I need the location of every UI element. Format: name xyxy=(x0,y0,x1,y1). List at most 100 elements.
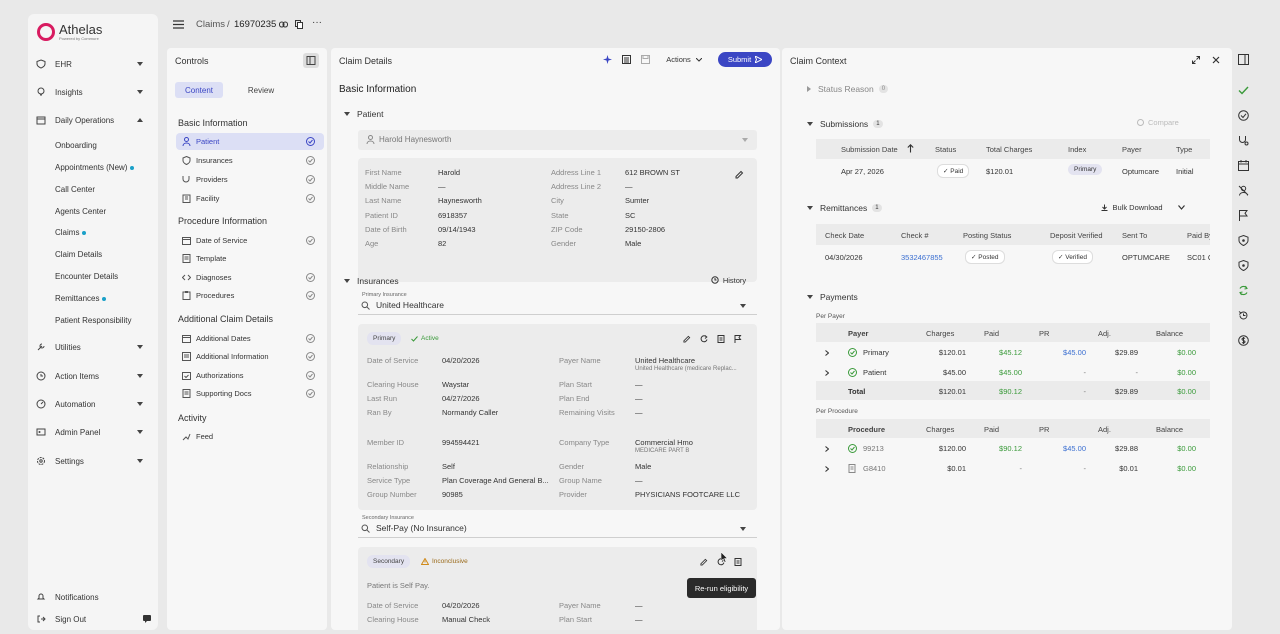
sidebar-item-utilities[interactable]: Utilities xyxy=(28,339,158,355)
copy-icon[interactable] xyxy=(295,20,303,29)
sidebar-item-action-items[interactable]: Action Items xyxy=(28,368,158,384)
chevron-down-icon[interactable] xyxy=(137,430,143,434)
sidebar-subitem-claims[interactable]: Claims xyxy=(55,228,87,237)
edit-pencil-icon[interactable] xyxy=(735,170,744,179)
sidebar-subitem-claim-details[interactable]: Claim Details xyxy=(55,250,102,259)
refresh-icon[interactable] xyxy=(700,335,708,343)
person-off-icon[interactable] xyxy=(1238,185,1249,196)
sidebar-item-admin-panel[interactable]: Admin Panel xyxy=(28,424,158,440)
chevron-down-icon[interactable] xyxy=(137,402,143,406)
primary-insurance-select[interactable]: United Healthcare xyxy=(358,298,757,315)
sidebar-subitem-appointments[interactable]: Appointments (New) xyxy=(55,163,135,172)
sidebar-subitem-remittances[interactable]: Remittances xyxy=(55,294,107,303)
remittances-header[interactable]: Remittances 1 xyxy=(807,203,882,213)
expand-row-chevron-icon[interactable] xyxy=(825,465,829,472)
chevron-down-icon[interactable] xyxy=(137,90,143,94)
sort-arrow-up-icon[interactable] xyxy=(907,144,914,153)
control-item-facility[interactable]: Facility xyxy=(176,190,324,207)
shield-icon[interactable] xyxy=(1238,235,1249,246)
secondary-insurance-select[interactable]: Self-Pay (No Insurance) xyxy=(358,521,757,538)
tab-review[interactable]: Review xyxy=(237,82,285,98)
control-item-date-of-service[interactable]: Date of Service xyxy=(176,232,324,249)
control-item-supporting-docs[interactable]: Supporting Docs xyxy=(176,385,324,402)
document-icon[interactable] xyxy=(717,335,725,343)
sidebar-sign-out[interactable]: Sign Out xyxy=(28,611,158,627)
flag-icon[interactable] xyxy=(734,335,742,343)
patient-section-header[interactable]: Patient xyxy=(344,109,383,119)
control-item-template[interactable]: Template xyxy=(176,250,324,267)
insurances-section-header[interactable]: Insurances xyxy=(344,276,399,286)
link-icon[interactable] xyxy=(279,21,288,28)
check-number-link[interactable]: 3532467855 xyxy=(901,253,943,262)
bulk-download-dropdown[interactable] xyxy=(1172,200,1190,215)
control-item-procedures[interactable]: Procedures xyxy=(176,287,324,304)
expand-row-chevron-icon[interactable] xyxy=(825,350,829,356)
close-icon[interactable] xyxy=(1212,56,1220,64)
check-icon[interactable] xyxy=(1238,86,1249,95)
save-icon[interactable] xyxy=(641,55,650,64)
sidebar-subitem-agents-center[interactable]: Agents Center xyxy=(55,207,106,216)
sidebar-subitem-onboarding[interactable]: Onboarding xyxy=(55,141,97,150)
sidebar-item-daily-operations[interactable]: Daily Operations xyxy=(28,112,158,128)
dollar-circle-icon[interactable] xyxy=(1238,335,1249,346)
sidebar-item-automation[interactable]: Automation xyxy=(28,396,158,412)
expand-row-chevron-icon[interactable] xyxy=(825,446,829,452)
edit-pencil-icon[interactable] xyxy=(700,558,708,566)
history-button[interactable]: History xyxy=(702,272,755,288)
control-item-authorizations[interactable]: Authorizations xyxy=(176,367,324,384)
control-item-providers[interactable]: Providers xyxy=(176,171,324,188)
sparkle-icon[interactable] xyxy=(603,55,612,64)
stethoscope-icon[interactable] xyxy=(1238,135,1249,146)
shield-icon[interactable] xyxy=(1238,260,1249,271)
bulk-download-button[interactable]: Bulk Download xyxy=(1093,200,1171,215)
cell-value: $45.00 xyxy=(1063,444,1086,453)
calculator-icon[interactable] xyxy=(622,55,631,64)
collapse-panel-icon[interactable] xyxy=(303,53,319,68)
sidebar-item-insights[interactable]: Insights xyxy=(28,84,158,100)
history-icon[interactable] xyxy=(1238,310,1249,321)
calendar-icon[interactable] xyxy=(1238,160,1249,171)
check-circle-icon[interactable] xyxy=(1238,110,1249,121)
menu-icon[interactable] xyxy=(173,20,184,29)
chevron-down-icon[interactable] xyxy=(137,374,143,378)
chat-icon[interactable] xyxy=(143,615,151,623)
more-options-icon[interactable]: ··· xyxy=(312,17,322,28)
document-icon[interactable] xyxy=(734,558,742,566)
compare-button[interactable]: Compare xyxy=(1137,118,1179,127)
sidebar-subitem-patient-responsibility[interactable]: Patient Responsibility xyxy=(55,316,131,325)
control-item-feed[interactable]: Feed xyxy=(176,428,324,445)
sidebar-notifications[interactable]: Notifications xyxy=(28,589,158,605)
tab-content[interactable]: Content xyxy=(175,82,223,98)
field-label: Date of Service xyxy=(367,601,419,610)
expand-row-chevron-icon[interactable] xyxy=(825,369,829,376)
sidebar-item-ehr[interactable]: EHR xyxy=(28,56,158,72)
breadcrumb-claims[interactable]: Claims xyxy=(196,19,225,30)
per-payer-label: Per Payer xyxy=(816,313,845,320)
submit-button[interactable]: Submit xyxy=(718,52,772,67)
sidebar-item-settings[interactable]: Settings xyxy=(28,453,158,469)
flag-icon[interactable] xyxy=(1238,210,1249,221)
control-item-additional-information[interactable]: Additional Information xyxy=(176,348,324,365)
submissions-header[interactable]: Submissions 1 xyxy=(807,119,883,129)
claim-id: 16970235 xyxy=(234,19,277,30)
chevron-down-icon[interactable] xyxy=(137,62,143,66)
control-item-insurances[interactable]: Insurances xyxy=(176,152,324,169)
expand-icon[interactable] xyxy=(1192,56,1200,64)
control-item-diagnoses[interactable]: Diagnoses xyxy=(176,269,324,286)
actions-dropdown[interactable]: Actions xyxy=(659,52,709,67)
control-item-patient[interactable]: Patient xyxy=(176,133,324,150)
status-reason-header[interactable]: Status Reason 0 xyxy=(807,84,889,94)
patient-select[interactable]: Harold Haynesworth xyxy=(358,130,757,150)
sidebar-subitem-encounter-details[interactable]: Encounter Details xyxy=(55,272,118,281)
chevron-up-icon[interactable] xyxy=(137,118,143,122)
payments-header[interactable]: Payments xyxy=(807,292,858,302)
panel-toggle-icon[interactable] xyxy=(1238,54,1249,65)
sync-icon[interactable] xyxy=(1238,285,1249,296)
rerun-eligibility-tooltip: Re-run eligibility xyxy=(687,578,756,598)
sidebar-subitem-call-center[interactable]: Call Center xyxy=(55,185,95,194)
chevron-down-icon xyxy=(742,138,748,142)
control-item-additional-dates[interactable]: Additional Dates xyxy=(176,330,324,347)
edit-pencil-icon[interactable] xyxy=(683,335,691,343)
chevron-down-icon[interactable] xyxy=(137,345,143,349)
chevron-down-icon[interactable] xyxy=(137,459,143,463)
